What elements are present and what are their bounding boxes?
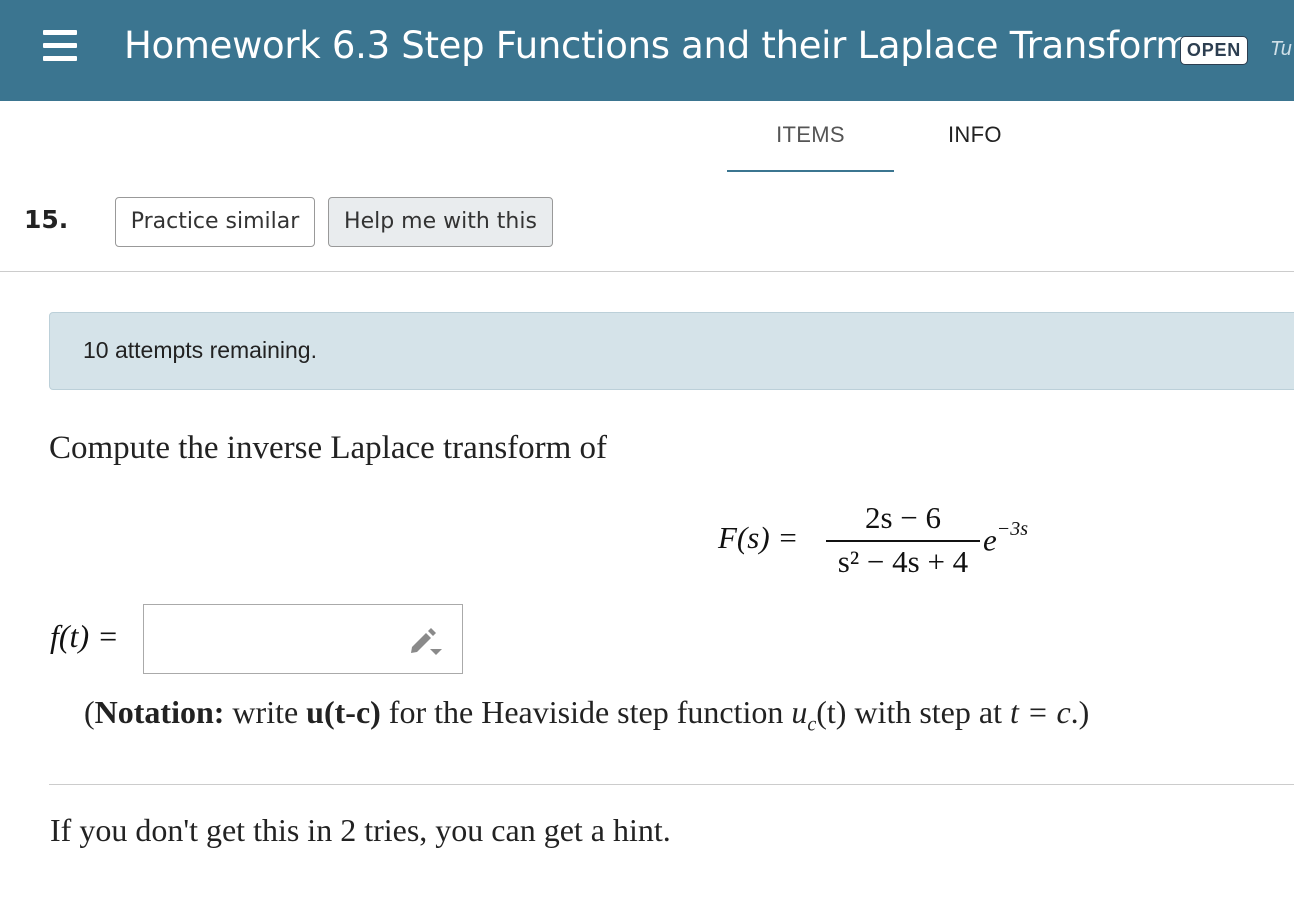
tab-items[interactable]: ITEMS xyxy=(727,122,894,172)
top-bar: Homework 6.3 Step Functions and their La… xyxy=(0,0,1294,101)
question-number: 15. xyxy=(24,205,69,234)
menu-icon[interactable] xyxy=(43,30,77,62)
question-prompt: Compute the inverse Laplace transform of xyxy=(49,430,608,466)
tab-info[interactable]: INFO xyxy=(948,122,1002,148)
help-me-button[interactable]: Help me with this xyxy=(328,197,553,247)
notation-note: (Notation: write u(t-c) for the Heavisid… xyxy=(84,694,1090,736)
pencil-icon[interactable] xyxy=(408,625,448,657)
homework-title: Homework 6.3 Step Functions and their La… xyxy=(124,24,1211,67)
answer-label: f(t) = xyxy=(50,618,119,654)
equation-numerator: 2s − 6 xyxy=(864,500,942,535)
divider xyxy=(49,784,1294,785)
fraction-bar xyxy=(826,540,980,542)
status-badge: OPEN xyxy=(1180,36,1248,65)
equation-denominator: s² − 4s + 4 xyxy=(837,544,969,579)
attempts-remaining: 10 attempts remaining. xyxy=(83,337,317,363)
header-truncated-text: Tu xyxy=(1270,38,1292,60)
practice-similar-button[interactable]: Practice similar xyxy=(115,197,315,247)
attempts-banner: 10 attempts remaining. xyxy=(49,312,1294,390)
answer-input[interactable] xyxy=(143,604,463,674)
equation-exponential: e−3s xyxy=(983,518,1029,558)
hint-message: If you don't get this in 2 tries, you ca… xyxy=(50,812,671,848)
equation-lhs: F(s) = xyxy=(718,520,799,555)
divider xyxy=(0,271,1294,272)
